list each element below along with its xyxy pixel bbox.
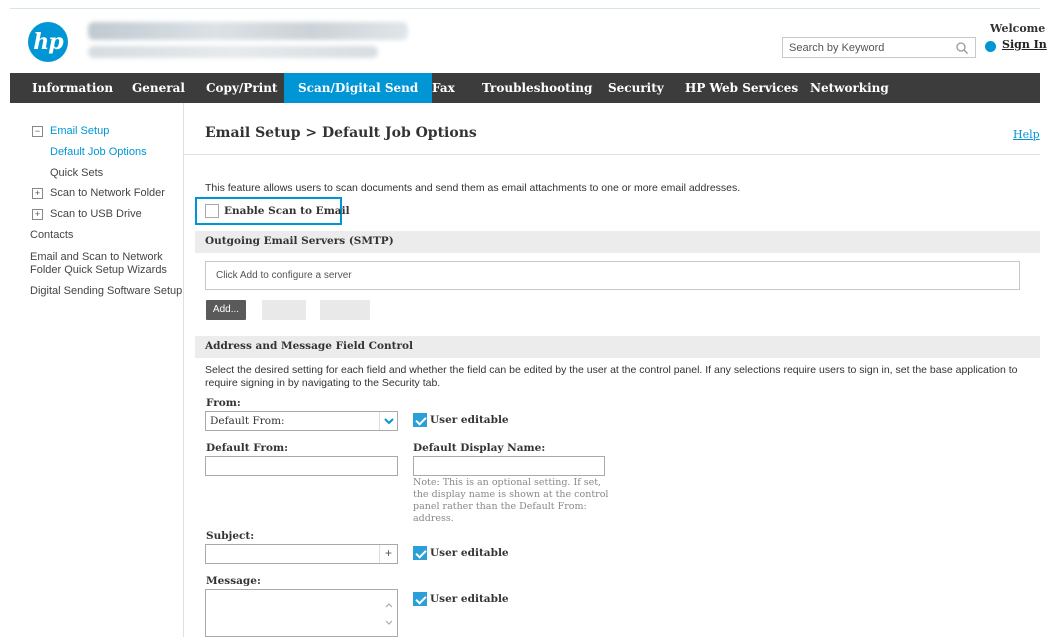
subject-label: Subject:	[206, 530, 255, 542]
subject-user-editable-label[interactable]: User editable	[430, 547, 509, 559]
feature-description: This feature allows users to scan docume…	[205, 182, 741, 194]
address-section-title: Address and Message Field Control	[205, 340, 414, 352]
main-nav: Information General Copy/Print Scan/Digi…	[10, 73, 1040, 103]
display-name-note: Note: This is an optional setting. If se…	[413, 477, 609, 524]
server-hint-text: Click Add to configure a server	[216, 270, 352, 281]
from-select[interactable]: Default From:	[205, 411, 398, 431]
product-name-blurred	[88, 22, 408, 40]
message-user-editable-label[interactable]: User editable	[430, 593, 509, 605]
expand-icon[interactable]: +	[32, 188, 43, 199]
add-server-button[interactable]: Add...	[206, 300, 246, 320]
scroll-down-icon[interactable]	[384, 618, 394, 628]
chevron-down-icon[interactable]	[379, 412, 397, 430]
smtp-section-title: Outgoing Email Servers (SMTP)	[205, 235, 394, 247]
default-display-name-label: Default Display Name:	[413, 442, 546, 454]
sidebar-item-default-job-options[interactable]: Default Job Options	[50, 146, 147, 158]
from-user-editable-checkbox[interactable]	[413, 413, 427, 427]
add-field-icon[interactable]: +	[379, 545, 397, 563]
sidebar-item-email-setup[interactable]: Email Setup	[50, 125, 109, 137]
sidebar-item-contacts[interactable]: Contacts	[30, 229, 73, 241]
welcome-text: Welcome	[990, 22, 1046, 35]
tab-general[interactable]: General	[132, 73, 185, 103]
from-select-value: Default From:	[210, 415, 285, 427]
search-icon[interactable]	[955, 41, 969, 55]
sidebar-item-quick-setup-wizards-line2[interactable]: Folder Quick Setup Wizards	[30, 264, 167, 276]
page-title: Email Setup > Default Job Options	[205, 125, 477, 141]
subject-user-editable-checkbox[interactable]	[413, 546, 427, 560]
tab-scan-digital-send[interactable]: Scan/Digital Send	[284, 73, 433, 103]
enable-scan-to-email-label[interactable]: Enable Scan to Email	[224, 205, 350, 217]
message-user-editable-checkbox[interactable]	[413, 592, 427, 606]
subject-input[interactable]: +	[205, 544, 398, 564]
sidebar-divider	[183, 103, 184, 637]
product-subtitle-blurred	[88, 46, 378, 58]
expand-icon[interactable]: +	[32, 209, 43, 220]
search-box[interactable]	[782, 37, 976, 58]
user-icon	[985, 41, 996, 52]
header-divider	[10, 8, 1040, 9]
tab-copy-print[interactable]: Copy/Print	[206, 73, 277, 103]
tab-information[interactable]: Information	[32, 73, 113, 103]
sign-in-link[interactable]: Sign In	[1002, 38, 1047, 51]
search-input[interactable]	[789, 40, 949, 56]
enable-scan-to-email-checkbox[interactable]	[205, 204, 219, 218]
from-user-editable-label[interactable]: User editable	[430, 414, 509, 426]
smtp-section-header: Outgoing Email Servers (SMTP)	[195, 231, 1040, 253]
sidebar-item-scan-to-usb-drive[interactable]: Scan to USB Drive	[50, 208, 142, 220]
from-label: From:	[206, 397, 241, 409]
sidebar-item-scan-to-network-folder[interactable]: Scan to Network Folder	[50, 187, 165, 199]
tab-troubleshooting[interactable]: Troubleshooting	[482, 73, 592, 103]
help-link[interactable]: Help	[1013, 128, 1040, 141]
title-divider	[184, 154, 1040, 155]
tab-security[interactable]: Security	[608, 73, 664, 103]
address-section-header: Address and Message Field Control	[195, 336, 1040, 358]
default-from-label: Default From:	[206, 442, 289, 454]
field-control-description: Select the desired setting for each fiel…	[205, 364, 1018, 389]
remove-server-button[interactable]	[320, 300, 370, 320]
smtp-server-list: Click Add to configure a server	[205, 261, 1020, 290]
collapse-icon[interactable]: −	[32, 126, 43, 137]
sidebar-item-quick-setup-wizards[interactable]: Email and Scan to Network	[30, 251, 163, 263]
message-textarea[interactable]	[205, 589, 398, 637]
edit-server-button[interactable]	[262, 300, 306, 320]
sidebar-item-digital-sending-software[interactable]: Digital Sending Software Setup	[30, 285, 182, 297]
tab-networking[interactable]: Networking	[810, 73, 889, 103]
default-display-name-input[interactable]	[413, 456, 605, 476]
scroll-up-icon[interactable]	[384, 600, 394, 610]
tab-hp-web-services[interactable]: HP Web Services	[685, 73, 798, 103]
sidebar-item-quick-sets[interactable]: Quick Sets	[50, 167, 103, 179]
page-header: hp Welcome Sign In	[0, 0, 1049, 72]
message-label: Message:	[206, 575, 261, 587]
tab-fax[interactable]: Fax	[432, 73, 455, 103]
default-from-input[interactable]	[205, 456, 398, 476]
hp-logo: hp	[28, 22, 68, 62]
